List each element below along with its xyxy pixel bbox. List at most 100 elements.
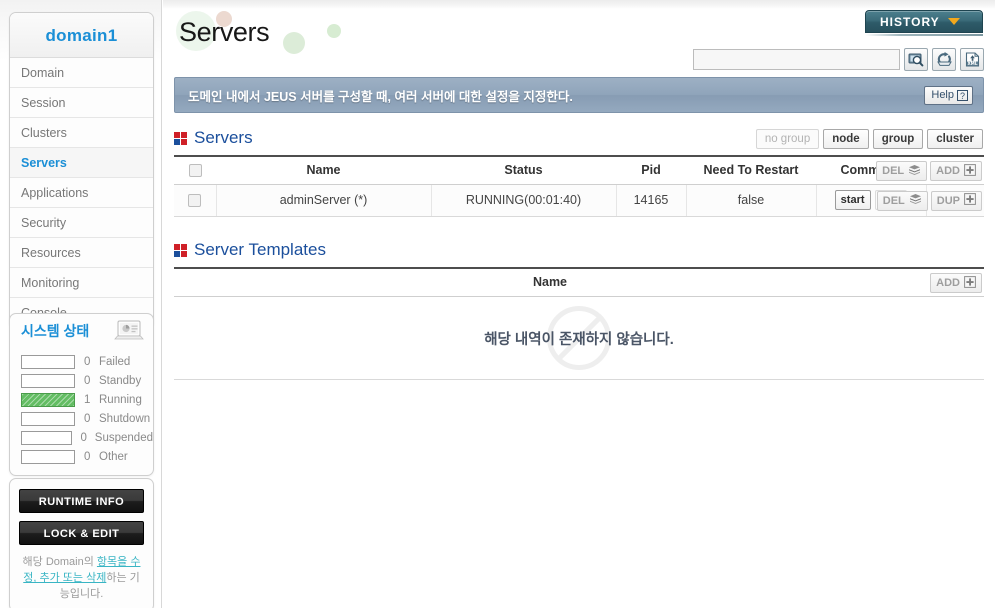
history-button[interactable]: HISTORY: [865, 10, 983, 33]
header-action-group: DEL ADD: [873, 161, 982, 181]
sidebar-item-monitoring[interactable]: Monitoring: [10, 268, 153, 298]
sidebar-item-servers[interactable]: Servers: [10, 148, 153, 178]
sidebar-item-label: Security: [21, 216, 67, 230]
sidebar-item-label: Servers: [21, 156, 67, 170]
templates-action-group: ADD: [930, 273, 982, 293]
history-underline: [865, 34, 983, 36]
sidebar-item-label: Clusters: [21, 126, 67, 140]
empty-state-message: 해당 내역이 존재하지 않습니다.: [484, 331, 674, 348]
info-banner: 도메인 내에서 JEUS 서버를 구성할 때, 여러 서버에 대한 설정을 지정…: [174, 77, 984, 113]
add-button-label: ADD: [936, 277, 960, 289]
refresh-icon[interactable]: [932, 48, 956, 71]
start-button[interactable]: start: [834, 190, 871, 210]
del-button-label: DEL: [882, 194, 905, 207]
group-button-no-group: no group: [755, 129, 820, 149]
sidebar-item-resources[interactable]: Resources: [10, 238, 153, 268]
status-bar-standby: [21, 373, 75, 388]
group-button-node[interactable]: node: [823, 129, 869, 149]
status-bar-shutdown: [21, 411, 75, 426]
status-count: 0: [80, 431, 87, 444]
plus-square-icon: [964, 163, 976, 179]
dup-button: DUP: [930, 190, 982, 211]
info-banner-text: 도메인 내에서 JEUS 서버를 구성할 때, 여러 서버에 대한 설정을 지정…: [188, 89, 573, 104]
server-status-cell: RUNNING(00:01:40): [431, 184, 617, 217]
del-button: DEL: [876, 161, 928, 181]
sidebar-item-label: Monitoring: [21, 276, 80, 290]
status-row-failed: 0 Failed: [10, 352, 153, 371]
servers-table-body: adminServer (*) RUNNING(00:01:40) 14165 fal…: [174, 184, 984, 217]
search-toolbar: XML: [693, 48, 984, 71]
sidebar-actions-description: 해당 Domain의 항목을 수정, 추가 또는 삭제하는 기능입니다.: [19, 553, 144, 602]
help-button[interactable]: Help ?: [924, 85, 973, 105]
status-label: Suspended: [94, 431, 153, 444]
status-label: Shutdown: [99, 412, 151, 425]
sidebar-item-security[interactable]: Security: [10, 208, 153, 238]
row-select-cell: [174, 184, 217, 217]
section-marker-icon: [174, 131, 187, 145]
search-input[interactable]: [693, 49, 900, 70]
lock-and-edit-button[interactable]: LOCK & EDIT: [19, 521, 144, 545]
server-name-cell: adminServer (*): [216, 184, 432, 217]
group-filter-buttons: no group node group cluster: [755, 129, 983, 149]
status-label: Other: [99, 450, 128, 463]
sidebar-item-label: Applications: [21, 186, 89, 200]
column-header-name: Name: [216, 155, 431, 185]
search-icon[interactable]: [904, 48, 928, 71]
servers-table: Name Status Pid Need To Restart Command DEL AD…: [174, 155, 984, 217]
servers-section-title: Servers: [194, 128, 253, 147]
top-gradient-strip: [163, 0, 995, 9]
sidebar-item-domain[interactable]: Domain: [10, 58, 153, 88]
sidebar-item-applications[interactable]: Applications: [10, 178, 153, 208]
status-count: 0: [84, 355, 91, 368]
status-label: Running: [99, 393, 142, 406]
sidebar-item-label: Session: [21, 96, 66, 110]
select-all-checkbox[interactable]: [188, 164, 202, 178]
server-pid-cell: 14165: [616, 184, 687, 217]
decorative-circle-small: [327, 24, 341, 38]
need-to-restart-cell: false: [686, 184, 817, 217]
sidebar-nav-card: domain1 Domain Session Clusters Servers Appl…: [9, 12, 154, 329]
system-status-title: 시스템 상태: [21, 323, 90, 339]
table-row[interactable]: adminServer (*) RUNNING(00:01:40) 14165 fal…: [174, 184, 984, 217]
column-header-name: Name: [174, 267, 926, 297]
system-status-header: 시스템 상태: [10, 314, 153, 348]
column-header-need-to-restart: Need To Restart: [686, 155, 816, 185]
status-bar-suspended: [21, 430, 72, 445]
column-header-status: Status: [431, 155, 616, 185]
templates-section-header: Server Templates: [174, 240, 984, 260]
status-count: 0: [84, 374, 91, 387]
del-button: DEL: [876, 190, 928, 211]
runtime-info-button[interactable]: RUNTIME INFO: [19, 489, 144, 513]
svg-text:XML: XML: [967, 61, 977, 66]
group-button-group[interactable]: group: [872, 129, 924, 149]
templates-table-header-row: Name ADD: [174, 267, 984, 297]
page-title: Servers: [179, 17, 270, 47]
add-button-label: ADD: [936, 165, 960, 177]
sidebar-item-clusters[interactable]: Clusters: [10, 118, 153, 148]
chevron-down-icon: [947, 18, 960, 25]
status-count: 0: [84, 412, 91, 425]
add-button: ADD: [930, 161, 982, 181]
help-button-label: Help: [931, 89, 954, 101]
status-bar-other: [21, 449, 75, 464]
row-checkbox[interactable]: [188, 194, 202, 208]
templates-empty-state: 해당 내역이 존재하지 않습니다.: [174, 297, 984, 380]
status-row-shutdown: 0 Shutdown: [10, 409, 153, 428]
main-content: Servers HISTORY XML 도메인 내에서 JEUS 서버를 구성할…: [163, 0, 995, 608]
group-button-cluster[interactable]: cluster: [927, 129, 983, 149]
stack-delete-icon: [908, 164, 921, 179]
sidebar-item-session[interactable]: Session: [10, 88, 153, 118]
jeus-console-page: domain1 Domain Session Clusters Servers Appl…: [0, 0, 995, 608]
history-button-wrap: HISTORY: [865, 10, 983, 36]
status-count: 0: [84, 450, 91, 463]
domain-title: domain1: [10, 13, 153, 58]
status-row-standby: 0 Standby: [10, 371, 153, 390]
column-header-pid: Pid: [616, 155, 686, 185]
xml-export-icon[interactable]: XML: [960, 48, 984, 71]
del-button-label: DEL: [882, 165, 905, 177]
sidebar-item-label: Resources: [21, 246, 81, 260]
sidebar: domain1 Domain Session Clusters Servers Appl…: [0, 0, 162, 608]
plus-square-icon: [964, 275, 976, 291]
status-row-suspended: 0 Suspended: [10, 428, 153, 447]
status-row-other: 0 Other: [10, 447, 153, 466]
